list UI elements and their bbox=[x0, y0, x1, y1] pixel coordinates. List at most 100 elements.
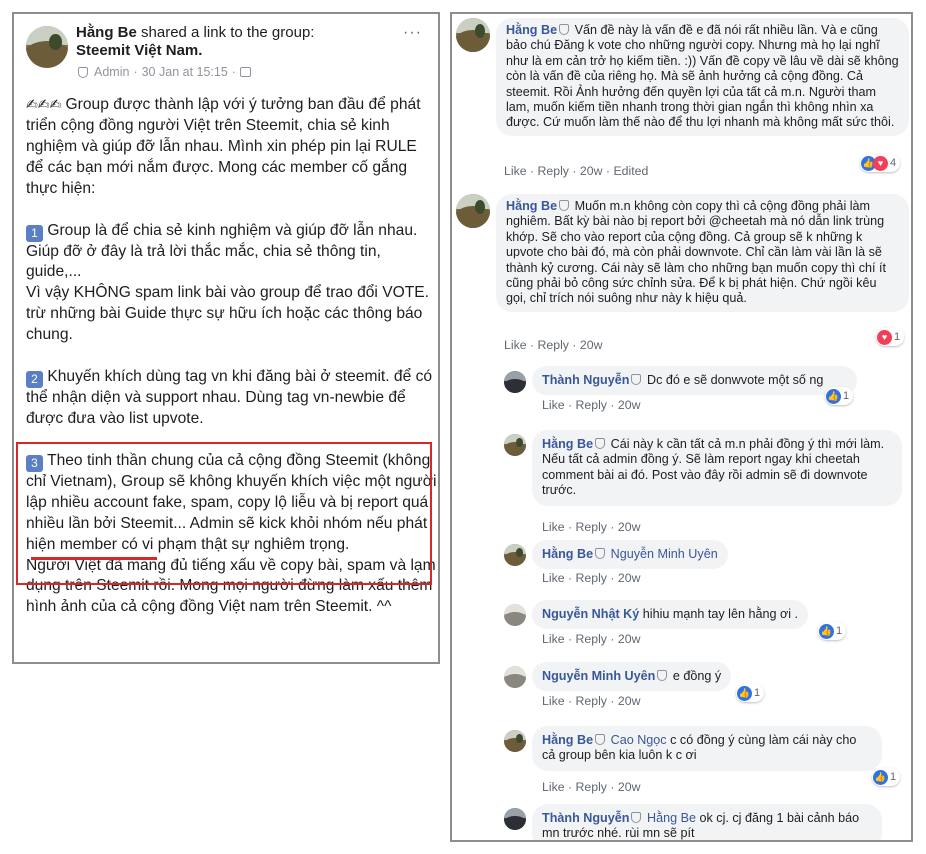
rule-number-badge: 2 bbox=[26, 371, 43, 389]
reply-link[interactable]: Reply bbox=[538, 164, 569, 178]
like-link[interactable]: Like bbox=[542, 694, 565, 708]
comment-text: Muốn m.n không còn copy thì cả cộng đồng… bbox=[506, 199, 887, 306]
like-link[interactable]: Like bbox=[542, 398, 565, 412]
admin-shield-icon bbox=[559, 200, 570, 211]
commenter-avatar[interactable] bbox=[504, 604, 526, 626]
comment-actions: Like · Reply · 20w bbox=[542, 694, 640, 708]
comment-author[interactable]: Nguyễn Minh Uyên bbox=[542, 669, 655, 683]
comment-time[interactable]: 20w bbox=[580, 164, 603, 178]
reaction-count[interactable]: 👍 1 bbox=[818, 622, 847, 640]
commenter-avatar[interactable] bbox=[504, 730, 526, 752]
commenter-avatar[interactable] bbox=[504, 666, 526, 688]
comment-author[interactable]: Hằng Be bbox=[542, 437, 593, 451]
reaction-number: 1 bbox=[894, 331, 901, 343]
admin-role: Admin bbox=[94, 65, 130, 79]
comment-actions: Like · Reply · 20w bbox=[542, 780, 640, 794]
commenter-avatar[interactable] bbox=[456, 194, 490, 228]
comment-author[interactable]: Thành Nguyễn bbox=[542, 811, 629, 825]
separator: · bbox=[610, 571, 615, 585]
comment-time[interactable]: 20w bbox=[618, 571, 641, 585]
edited-label[interactable]: Edited bbox=[613, 164, 648, 178]
reply-link[interactable]: Reply bbox=[576, 571, 607, 585]
comment-time[interactable]: 20w bbox=[618, 520, 641, 534]
commenter-avatar[interactable] bbox=[456, 18, 490, 52]
comment-actions: Like · Reply · 20w bbox=[504, 338, 602, 352]
like-link[interactable]: Like bbox=[504, 164, 527, 178]
comment-bubble: Hằng Be Nguyễn Minh Uyên bbox=[532, 540, 728, 570]
reply-link[interactable]: Reply bbox=[576, 520, 607, 534]
post-intro: ✍✍✍ Group được thành lập với ý tưởng ban… bbox=[26, 94, 438, 200]
like-link[interactable]: Like bbox=[504, 338, 527, 352]
reaction-count[interactable]: ♥ 1 bbox=[876, 328, 905, 346]
reaction-count[interactable]: 👍 1 bbox=[736, 684, 765, 702]
like-link[interactable]: Like bbox=[542, 520, 565, 534]
separator: · bbox=[572, 164, 577, 178]
separator: · bbox=[610, 632, 615, 646]
commenter-avatar[interactable] bbox=[504, 544, 526, 566]
reaction-count[interactable]: 👍 1 bbox=[825, 387, 854, 405]
reply-link[interactable]: Reply bbox=[576, 694, 607, 708]
comment-time[interactable]: 20w bbox=[618, 780, 641, 794]
group-name[interactable]: Steemit Việt Nam bbox=[76, 42, 198, 59]
comment-author[interactable]: Nguyễn Nhật Ký bbox=[542, 607, 639, 621]
post-intro-text: Group được thành lập với ý tưởng ban đầu… bbox=[26, 96, 421, 197]
comment-reply: Nguyễn Minh Uyên e đồng ý Like · Reply ·… bbox=[452, 660, 911, 720]
reaction-count[interactable]: 👍 ♥ 4 bbox=[860, 154, 901, 172]
comment-author[interactable]: Hằng Be bbox=[542, 547, 593, 561]
commenter-avatar[interactable] bbox=[504, 808, 526, 830]
mention-link[interactable]: Hằng Be bbox=[647, 811, 696, 825]
audience-icon bbox=[239, 67, 251, 77]
reaction-number: 1 bbox=[890, 771, 897, 783]
separator: · bbox=[567, 520, 573, 534]
comment-time[interactable]: 20w bbox=[618, 398, 641, 412]
reaction-number: 1 bbox=[843, 390, 850, 402]
author-name[interactable]: Hằng Be bbox=[76, 24, 137, 41]
reaction-count[interactable]: 👍 1 bbox=[872, 768, 901, 786]
rule-1: 1 Group là để chia sẻ kinh nghiệm và giú… bbox=[26, 221, 438, 347]
post-timestamp[interactable]: 30 Jan at 15:15 bbox=[142, 65, 228, 79]
separator: · bbox=[567, 780, 573, 794]
post-meta: Admin · 30 Jan at 15:15 · bbox=[76, 65, 251, 79]
comment-reply: Hằng Be Cao Ngọc c có đồng ý cùng làm cá… bbox=[452, 722, 911, 798]
comment-time[interactable]: 20w bbox=[618, 632, 641, 646]
like-link[interactable]: Like bbox=[542, 571, 565, 585]
like-link[interactable]: Like bbox=[542, 780, 565, 794]
comment-time[interactable]: 20w bbox=[618, 694, 641, 708]
separator: · bbox=[610, 780, 615, 794]
comment-text: Dc đó e sẽ donwvote một số ng bbox=[646, 373, 824, 387]
reply-link[interactable]: Reply bbox=[576, 398, 607, 412]
comment-time[interactable]: 20w bbox=[580, 338, 603, 352]
reply-link[interactable]: Reply bbox=[538, 338, 569, 352]
comment-actions: Like · Reply · 20w bbox=[542, 520, 640, 534]
admin-shield-icon bbox=[78, 66, 88, 78]
reply-link[interactable]: Reply bbox=[576, 632, 607, 646]
comment-author[interactable]: Hằng Be bbox=[542, 733, 593, 747]
author-avatar[interactable] bbox=[26, 26, 68, 68]
commenter-avatar[interactable] bbox=[504, 434, 526, 456]
admin-shield-icon bbox=[595, 734, 606, 745]
mention-link[interactable]: Nguyễn Minh Uyên bbox=[611, 547, 718, 561]
like-reaction-icon: 👍 bbox=[826, 388, 841, 404]
admin-shield-icon bbox=[595, 438, 606, 449]
post-body: ✍✍✍ Group được thành lập với ý tưởng ban… bbox=[26, 94, 438, 618]
comment-reply: Nguyễn Nhật Ký hihiu mạnh tay lên hằng ơ… bbox=[452, 598, 911, 658]
pointing-hands-icon: ✍✍✍ bbox=[26, 96, 62, 112]
comment-reply: Thành Nguyễn Hằng Be ok cj. cj đăng 1 bà… bbox=[452, 800, 911, 840]
admin-shield-icon bbox=[657, 670, 668, 681]
reply-link[interactable]: Reply bbox=[576, 780, 607, 794]
commenter-avatar[interactable] bbox=[504, 371, 526, 393]
separator: · bbox=[610, 398, 615, 412]
mention-link[interactable]: Cao Ngọc bbox=[611, 733, 667, 747]
comment-author[interactable]: Hằng Be bbox=[506, 23, 557, 37]
comment-reply: Hằng Be Cái này k cần tất cả m.n phải đồ… bbox=[452, 426, 911, 536]
like-reaction-icon: 👍 bbox=[873, 769, 888, 785]
comment-text: Vấn đề này là vấn đề e đã nói rất nhiều … bbox=[506, 23, 899, 130]
comment-author[interactable]: Hằng Be bbox=[506, 199, 557, 213]
separator: · bbox=[567, 571, 573, 585]
comment-text: hihiu mạnh tay lên hằng ơi . bbox=[642, 607, 799, 621]
more-options-icon[interactable]: ··· bbox=[403, 24, 422, 42]
comment-reply: Thành Nguyễn Dc đó e sẽ donwvote một số … bbox=[452, 362, 911, 422]
post-outro: Người Việt đã mang đủ tiếng xấu về copy … bbox=[26, 556, 436, 616]
comment-author[interactable]: Thành Nguyễn bbox=[542, 373, 629, 387]
like-link[interactable]: Like bbox=[542, 632, 565, 646]
